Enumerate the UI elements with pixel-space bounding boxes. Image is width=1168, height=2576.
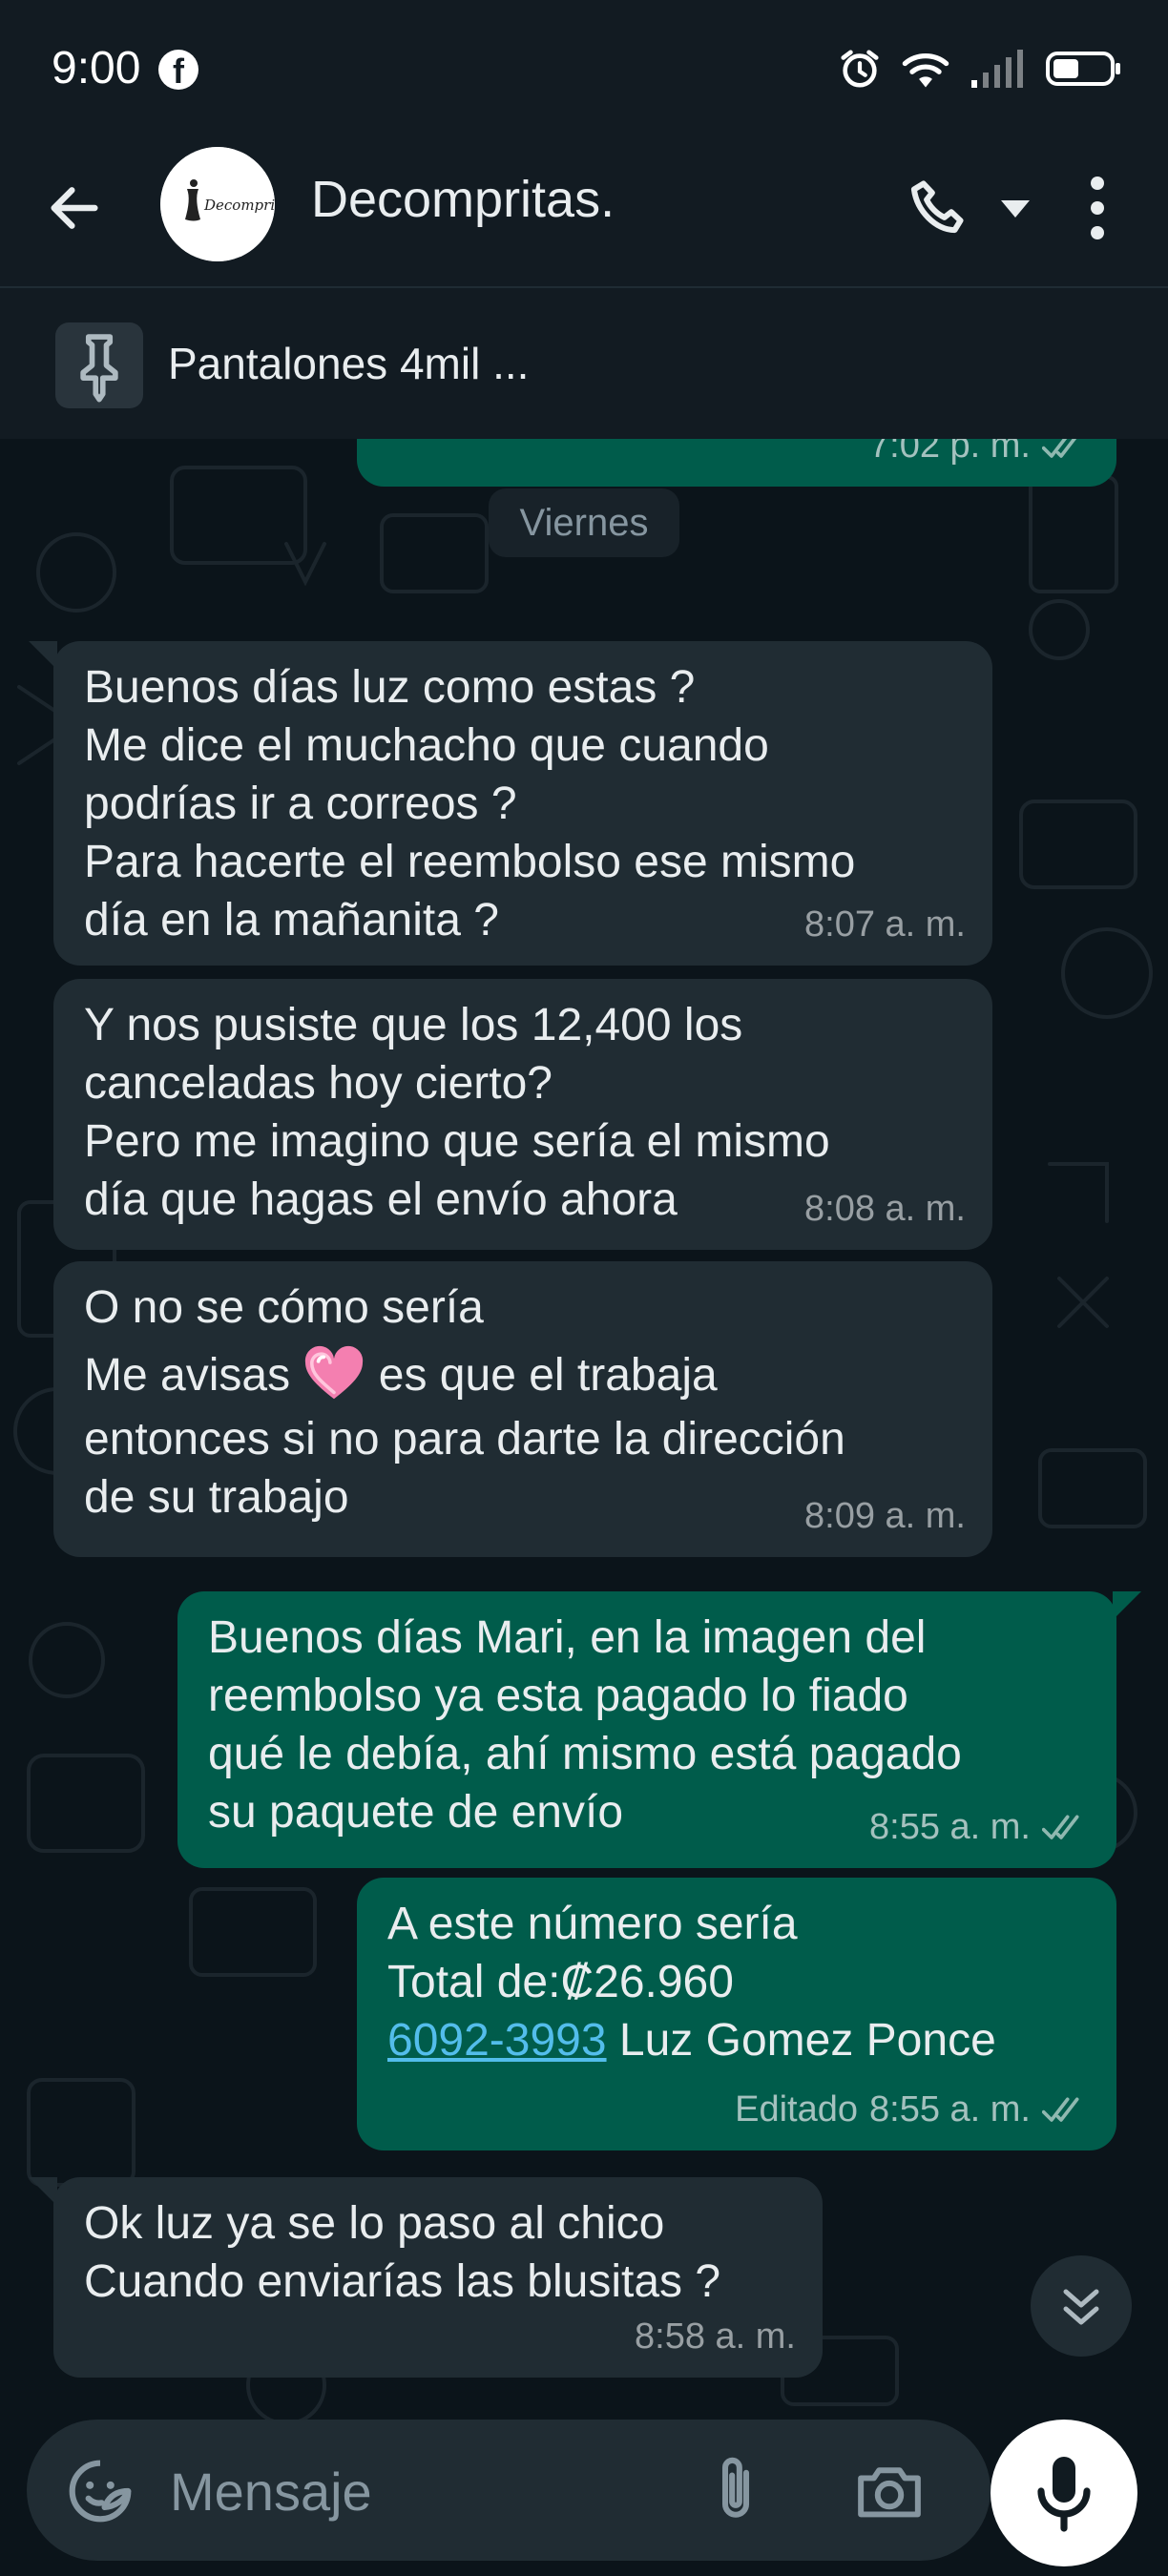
chat-header: Decompritas Decompritas.: [0, 134, 1168, 288]
message-line: podrías ir a correos ?: [84, 779, 517, 829]
message-time: 8:09 a. m.: [804, 1496, 966, 1536]
message-time: 8:07 a. m.: [804, 904, 966, 945]
read-ticks-icon: [1042, 439, 1076, 458]
date-divider: Viernes: [489, 488, 679, 557]
phone-icon[interactable]: [905, 174, 973, 242]
message-bubble-incoming[interactable]: Y nos pusiste que los 12,400 los cancela…: [53, 979, 992, 1250]
emoji-icon[interactable]: [65, 2456, 136, 2526]
bubble-tail: [1113, 1591, 1141, 1620]
edited-label: Editado: [735, 2089, 859, 2129]
message-input[interactable]: [170, 2448, 704, 2534]
pink-heart-emoji: [305, 1345, 364, 1400]
message-line: Buenos días luz como estas ?: [84, 662, 696, 713]
contact-name[interactable]: Decompritas.: [311, 170, 615, 229]
message-meta: 8:09 a. m.: [804, 1487, 966, 1546]
message-line: reembolso ya esta pagado lo fiado: [208, 1671, 908, 1721]
scroll-down-icon: [1063, 2289, 1099, 2325]
status-bar: 9:00 f: [0, 0, 1168, 134]
message-line: Total de:₡26.960: [387, 1957, 734, 2007]
scroll-down-button[interactable]: [1031, 2255, 1132, 2357]
read-ticks-icon: [1042, 1815, 1079, 1839]
message-line: Pero me imagino que sería el mismo: [84, 1116, 830, 1167]
message-time: 8:55 a. m.: [869, 2089, 1031, 2129]
more-vert-icon[interactable]: [1078, 174, 1116, 242]
chat-area[interactable]: 7:02 p. m. Viernes Buenos días luz como …: [0, 439, 1168, 2420]
message-meta: 8:55 a. m.: [869, 1798, 1090, 1857]
message-bubble-incoming[interactable]: O no se cómo sería Me avisas es que el t…: [53, 1261, 992, 1557]
camera-icon[interactable]: [853, 2460, 926, 2523]
caret-down-icon[interactable]: [998, 195, 1032, 223]
message-line: canceladas hoy cierto?: [84, 1058, 553, 1109]
avatar[interactable]: Decompritas: [160, 147, 275, 261]
message-time: 8:55 a. m.: [869, 1807, 1031, 1847]
message-line: Cuando enviarías las blusitas ?: [84, 2256, 721, 2307]
message-text: Me avisas: [84, 1350, 291, 1401]
voice-message-button[interactable]: [991, 2420, 1137, 2566]
phone-number-link[interactable]: 6092-3993: [387, 2015, 607, 2066]
message-line: Buenos días Mari, en la imagen del: [208, 1612, 927, 1663]
back-arrow-icon[interactable]: [44, 177, 105, 239]
message-bubble-incoming[interactable]: Ok luz ya se lo paso al chico Cuando env…: [53, 2177, 823, 2378]
message-meta: 8:08 a. m.: [804, 1180, 966, 1238]
pinned-text: Pantalones 4mil ...: [168, 339, 530, 388]
svg-text:Decompritas: Decompritas: [203, 197, 275, 214]
wifi-icon: [902, 53, 949, 88]
message-line: A este número sería: [387, 1899, 798, 1949]
message-time: 7:02 p. m.: [869, 439, 1031, 466]
message-meta: 7:02 p. m.: [869, 439, 1090, 475]
message-line: 6092-3993 Luz Gomez Ponce: [387, 2011, 1086, 2069]
pin-icon: [80, 334, 118, 403]
message-line: Para hacerte el reembolso ese mismo: [84, 837, 856, 887]
message-composer: [0, 2420, 1168, 2576]
message-line: qué le debía, ahí mismo está pagado: [208, 1729, 962, 1779]
message-line: entonces si no para darte la dirección: [84, 1414, 845, 1465]
message-line: Ok luz ya se lo paso al chico: [84, 2198, 665, 2249]
message-bubble-incoming[interactable]: Buenos días luz como estas ? Me dice el …: [53, 641, 992, 966]
alarm-icon: [841, 50, 879, 88]
message-meta: 8:58 a. m.: [635, 2308, 796, 2366]
message-meta: 8:07 a. m.: [804, 896, 966, 954]
battery-icon: [1046, 52, 1120, 86]
message-line: O no se cómo sería: [84, 1282, 484, 1333]
decompritas-logo: Decompritas: [160, 147, 275, 261]
mic-icon: [1037, 2457, 1091, 2532]
attach-icon[interactable]: [704, 2454, 767, 2528]
message-bubble-outgoing[interactable]: Buenos días Mari, en la imagen del reemb…: [177, 1591, 1116, 1868]
pin-icon-box: [55, 322, 143, 408]
pinned-message-bar[interactable]: Pantalones 4mil ...: [0, 288, 1168, 439]
message-line: Me avisas es que el trabaja: [84, 1344, 962, 1404]
signal-icon: [971, 50, 1023, 88]
facebook-icon: f: [158, 50, 198, 91]
message-meta: Editado 8:55 a. m.: [735, 2081, 1090, 2139]
message-time: 8:58 a. m.: [635, 2316, 796, 2357]
read-ticks-icon: [1042, 2097, 1079, 2122]
message-bubble-outgoing[interactable]: A este número sería Total de:₡26.960 609…: [357, 1878, 1116, 2150]
message-line: Me dice el muchacho que cuando: [84, 720, 769, 771]
status-time: 9:00: [52, 43, 141, 93]
recipient-name: Luz Gomez Ponce: [618, 2015, 996, 2066]
message-line: Y nos pusiste que los 12,400 los: [84, 1000, 743, 1050]
message-bubble-outgoing-previous[interactable]: 7:02 p. m.: [357, 439, 1116, 487]
message-time: 8:08 a. m.: [804, 1189, 966, 1229]
message-input-pill[interactable]: [27, 2420, 991, 2561]
message-text: es que el trabaja: [378, 1350, 718, 1401]
status-icons: [838, 44, 1122, 93]
